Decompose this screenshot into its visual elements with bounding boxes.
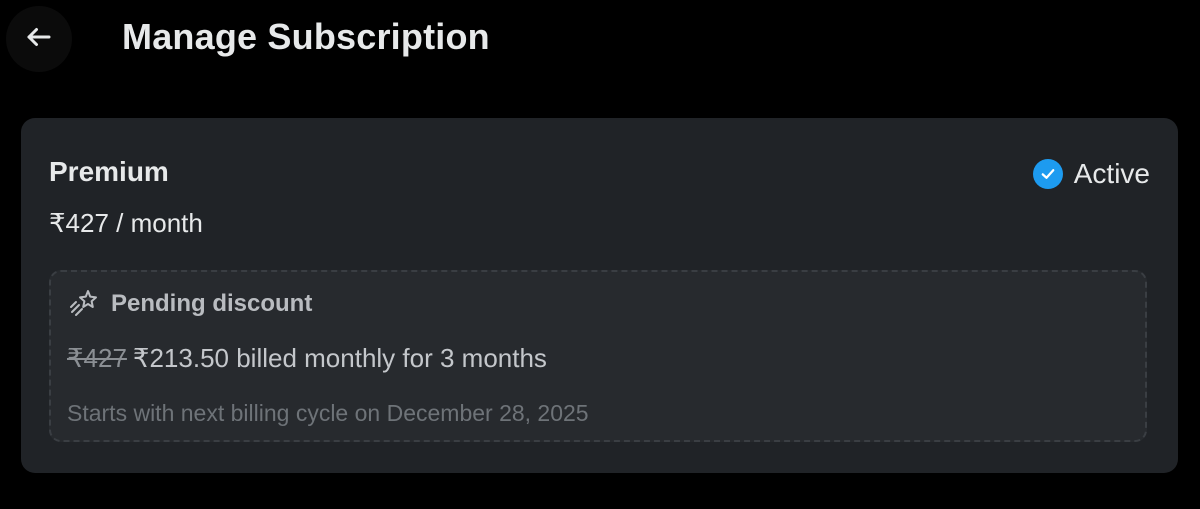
status-badge: Active	[1032, 158, 1150, 190]
discount-header: Pending discount	[67, 288, 312, 320]
header: Manage Subscription	[0, 0, 1200, 80]
discount-title: Pending discount	[111, 290, 313, 317]
discount-start-note: Starts with next billing cycle on Decemb…	[67, 400, 589, 426]
back-button[interactable]	[6, 6, 72, 72]
check-circle-icon	[1032, 159, 1063, 189]
plan-price: ₹427 / month	[49, 208, 203, 238]
arrow-left-icon	[24, 22, 54, 57]
status-label: Active	[1073, 158, 1150, 189]
new-price-text: ₹213.50 billed monthly for 3 months	[132, 343, 547, 373]
subscription-card: Premium Active ₹427 / month Pending disc…	[21, 118, 1178, 473]
pending-discount-box: Pending discount ₹427 ₹213.50 billed mont…	[49, 270, 1147, 442]
old-price: ₹427	[67, 343, 127, 373]
sparkle-icon	[67, 288, 99, 320]
plan-name: Premium	[49, 156, 169, 187]
page-title: Manage Subscription	[122, 16, 490, 57]
discount-price-line: ₹427 ₹213.50 billed monthly for 3 months	[67, 343, 547, 374]
